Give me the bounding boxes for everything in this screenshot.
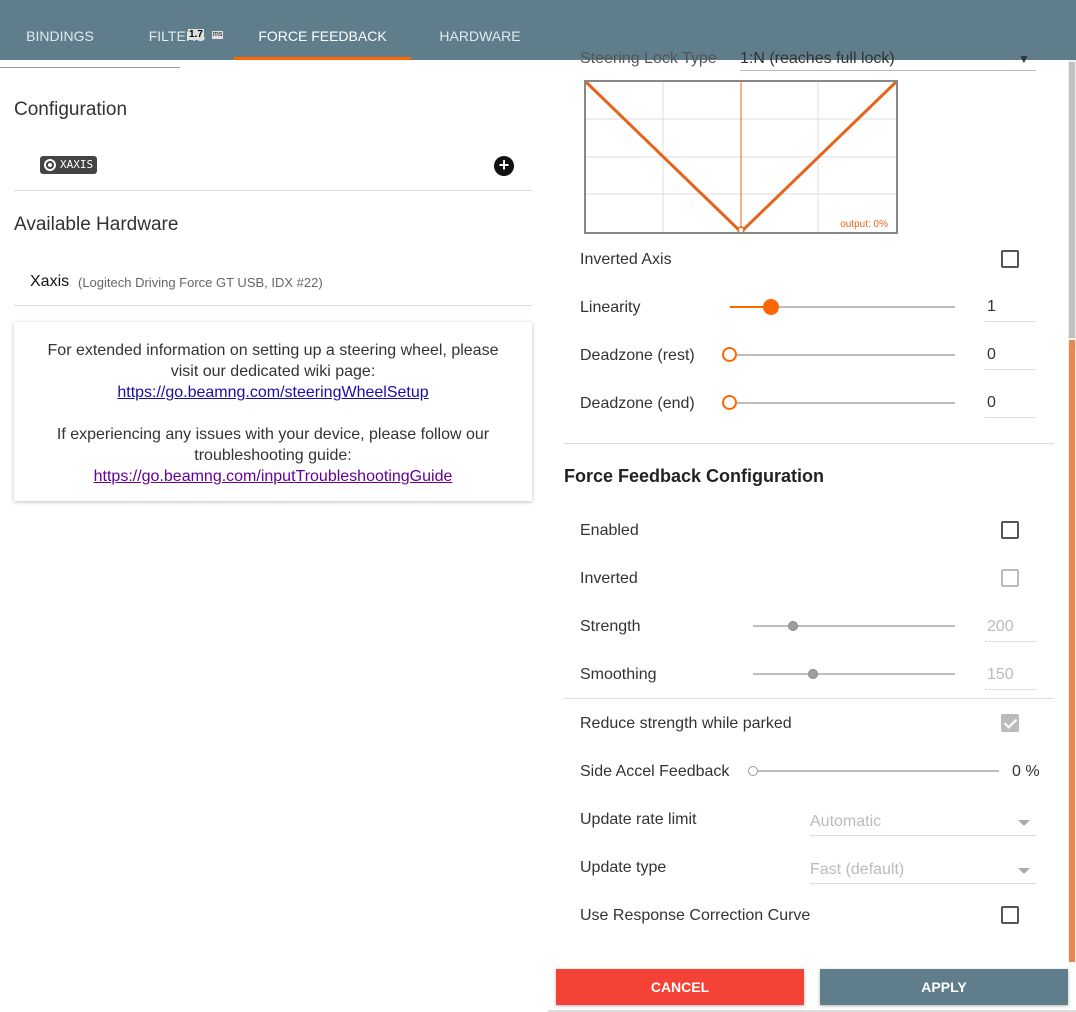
- ffb-configuration-title: Force Feedback Configuration: [564, 466, 825, 486]
- linearity-label: Linearity: [580, 299, 641, 316]
- inverted-axis-checkbox[interactable]: [1001, 250, 1019, 268]
- enabled-checkbox[interactable]: [1001, 521, 1019, 539]
- linearity-input[interactable]: 1: [985, 296, 1035, 322]
- divider: [14, 305, 532, 306]
- cancel-button[interactable]: CANCEL: [556, 969, 804, 1005]
- smoothing-label: Smoothing: [580, 666, 657, 683]
- enabled-label: Enabled: [580, 522, 639, 539]
- position-marker-dot: [737, 226, 745, 232]
- wiki-link[interactable]: https://go.beamng.com/steeringWheelSetup: [117, 384, 428, 401]
- deadzone-end-input[interactable]: 0: [985, 392, 1035, 418]
- response-curve-checkbox[interactable]: [1001, 906, 1019, 924]
- apply-button[interactable]: APPLY: [820, 969, 1068, 1005]
- clipped-content-edge: [0, 60, 180, 68]
- deadzone-rest-label: Deadzone (rest): [580, 347, 695, 364]
- update-type-label: Update type: [580, 859, 667, 876]
- side-accel-label: Side Accel Feedback: [580, 763, 730, 780]
- smoothing-slider-thumb[interactable]: [808, 669, 818, 679]
- side-accel-value: 0 %: [1012, 763, 1040, 780]
- response-curve-label: Use Response Correction Curve: [580, 907, 811, 924]
- divider: [564, 698, 1054, 699]
- available-hardware-title: Available Hardware: [14, 214, 179, 235]
- tab-hardware[interactable]: HARDWARE: [411, 0, 549, 60]
- steering-lock-label: Steering Lock Type: [580, 50, 717, 67]
- reduce-parked-label: Reduce strength while parked: [580, 715, 792, 732]
- fps-overlay-value: 1.7: [188, 29, 204, 40]
- update-type-select[interactable]: Fast (default): [810, 858, 1036, 884]
- linearity-slider-thumb[interactable]: [763, 299, 779, 315]
- tab-filters[interactable]: FILTERS: [120, 0, 234, 60]
- deadzone-rest-input[interactable]: 0: [985, 344, 1035, 370]
- fps-overlay-unit: ms: [212, 31, 224, 39]
- tab-bindings[interactable]: BINDINGS: [0, 0, 120, 60]
- divider: [14, 190, 532, 191]
- reduce-parked-checkbox[interactable]: [1001, 714, 1019, 732]
- deadzone-end-slider-thumb[interactable]: [722, 395, 737, 410]
- steering-lock-row[interactable]: Steering Lock Type 1:N (reaches full loc…: [580, 48, 1040, 72]
- divider: [564, 443, 1054, 444]
- strength-slider-thumb[interactable]: [788, 621, 798, 631]
- hardware-name: Xaxis: [30, 273, 70, 290]
- hardware-detail: (Logitech Driving Force GT USB, IDX #22): [78, 275, 323, 290]
- graph-output-label: output: 0%: [840, 219, 888, 230]
- select-underline: [740, 70, 1036, 71]
- deadzone-end-label: Deadzone (end): [580, 395, 695, 412]
- smoothing-input[interactable]: 150: [985, 664, 1035, 690]
- plus-icon: +: [498, 155, 510, 175]
- tab-force-feedback[interactable]: FORCE FEEDBACK: [234, 0, 411, 60]
- side-accel-slider-thumb[interactable]: [748, 766, 758, 776]
- radio-icon: [44, 159, 56, 171]
- strength-input[interactable]: 200: [985, 616, 1035, 642]
- deadzone-end-slider-track[interactable]: [730, 402, 955, 404]
- info-text-troubleshoot: If experiencing any issues with your dev…: [56, 426, 490, 464]
- caret-down-icon: [1018, 868, 1030, 874]
- caret-down-icon: ▼: [1018, 52, 1030, 66]
- steering-lock-select[interactable]: 1:N (reaches full lock): [740, 50, 895, 68]
- deadzone-rest-slider-thumb[interactable]: [722, 347, 737, 362]
- smoothing-slider-track[interactable]: [753, 673, 955, 675]
- deadzone-rest-slider-track[interactable]: [730, 354, 955, 356]
- inverted-checkbox[interactable]: [1001, 569, 1019, 587]
- axis-chip-label: XAXIS: [60, 158, 94, 171]
- axis-chip[interactable]: XAXIS: [40, 156, 98, 174]
- update-rate-value: Automatic: [810, 813, 882, 830]
- side-accel-slider-track[interactable]: [753, 770, 999, 772]
- scrollbar-thumb[interactable]: [1069, 62, 1075, 338]
- curve-svg: [586, 82, 896, 232]
- info-card: For extended information on setting up a…: [14, 322, 532, 501]
- caret-down-icon: [1018, 820, 1030, 826]
- active-tab-indicator: [234, 57, 411, 60]
- strength-label: Strength: [580, 618, 641, 635]
- update-rate-select[interactable]: Automatic: [810, 810, 1036, 836]
- update-type-value: Fast (default): [810, 861, 905, 878]
- troubleshooting-link[interactable]: https://go.beamng.com/inputTroubleshooti…: [94, 468, 453, 485]
- configuration-title: Configuration: [14, 99, 128, 120]
- update-rate-label: Update rate limit: [580, 811, 697, 828]
- info-text-wiki: For extended information on setting up a…: [47, 342, 499, 380]
- add-binding-button[interactable]: +: [494, 156, 514, 176]
- steering-curve-graph: output: 0%: [584, 80, 898, 234]
- panel-accent-edge: [1069, 340, 1075, 962]
- strength-slider-track[interactable]: [753, 625, 955, 627]
- inverted-axis-label: Inverted Axis: [580, 251, 672, 268]
- inverted-label: Inverted: [580, 570, 638, 587]
